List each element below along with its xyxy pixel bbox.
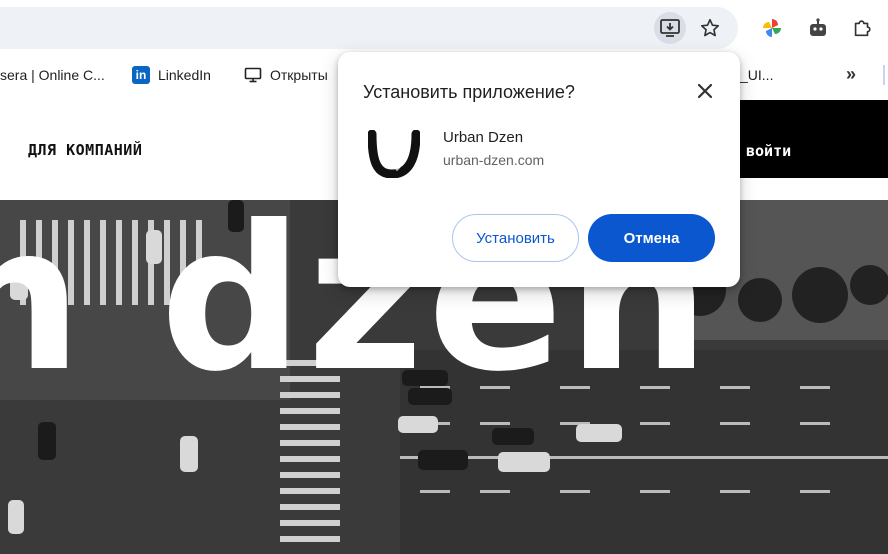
bookmark-label: sera | Online C... [0, 67, 105, 83]
bookmark-label: Открыты [270, 67, 328, 83]
install-app-dialog: Установить приложение? Urban Dzen urban-… [338, 52, 740, 287]
bookmark-label: LinkedIn [158, 67, 211, 83]
robot-extension-icon[interactable] [802, 12, 834, 44]
dialog-title: Установить приложение? [363, 82, 575, 102]
star-icon[interactable] [694, 12, 726, 44]
address-bar[interactable] [0, 7, 738, 49]
bookmark-open[interactable]: Открыты [244, 65, 328, 85]
cancel-button[interactable]: Отмена [588, 214, 715, 262]
install-button[interactable]: Установить [452, 214, 579, 262]
linkedin-icon: in [132, 66, 150, 84]
bookmark-linkedin[interactable]: in LinkedIn [132, 65, 211, 85]
login-button[interactable]: войти [736, 100, 888, 178]
browser-toolbar [0, 0, 888, 58]
app-name: Urban Dzen [443, 129, 524, 146]
app-logo [367, 129, 421, 179]
app-url: urban-dzen.com [443, 152, 545, 168]
close-icon[interactable] [692, 78, 718, 104]
more-bookmarks-icon[interactable]: » [846, 64, 856, 85]
monitor-icon [244, 66, 262, 84]
install-app-icon[interactable] [654, 12, 686, 44]
bookmarks-divider [883, 65, 885, 85]
nav-link-companies[interactable]: ДЛЯ КОМПАНИЙ [28, 141, 142, 159]
pinwheel-extension-icon[interactable] [756, 12, 788, 44]
bookmark-label: _UI... [740, 67, 774, 83]
bookmark-coursera[interactable]: sera | Online C... [0, 65, 105, 85]
puzzle-icon[interactable] [846, 12, 878, 44]
bookmark-ui[interactable]: _UI... [740, 65, 773, 85]
